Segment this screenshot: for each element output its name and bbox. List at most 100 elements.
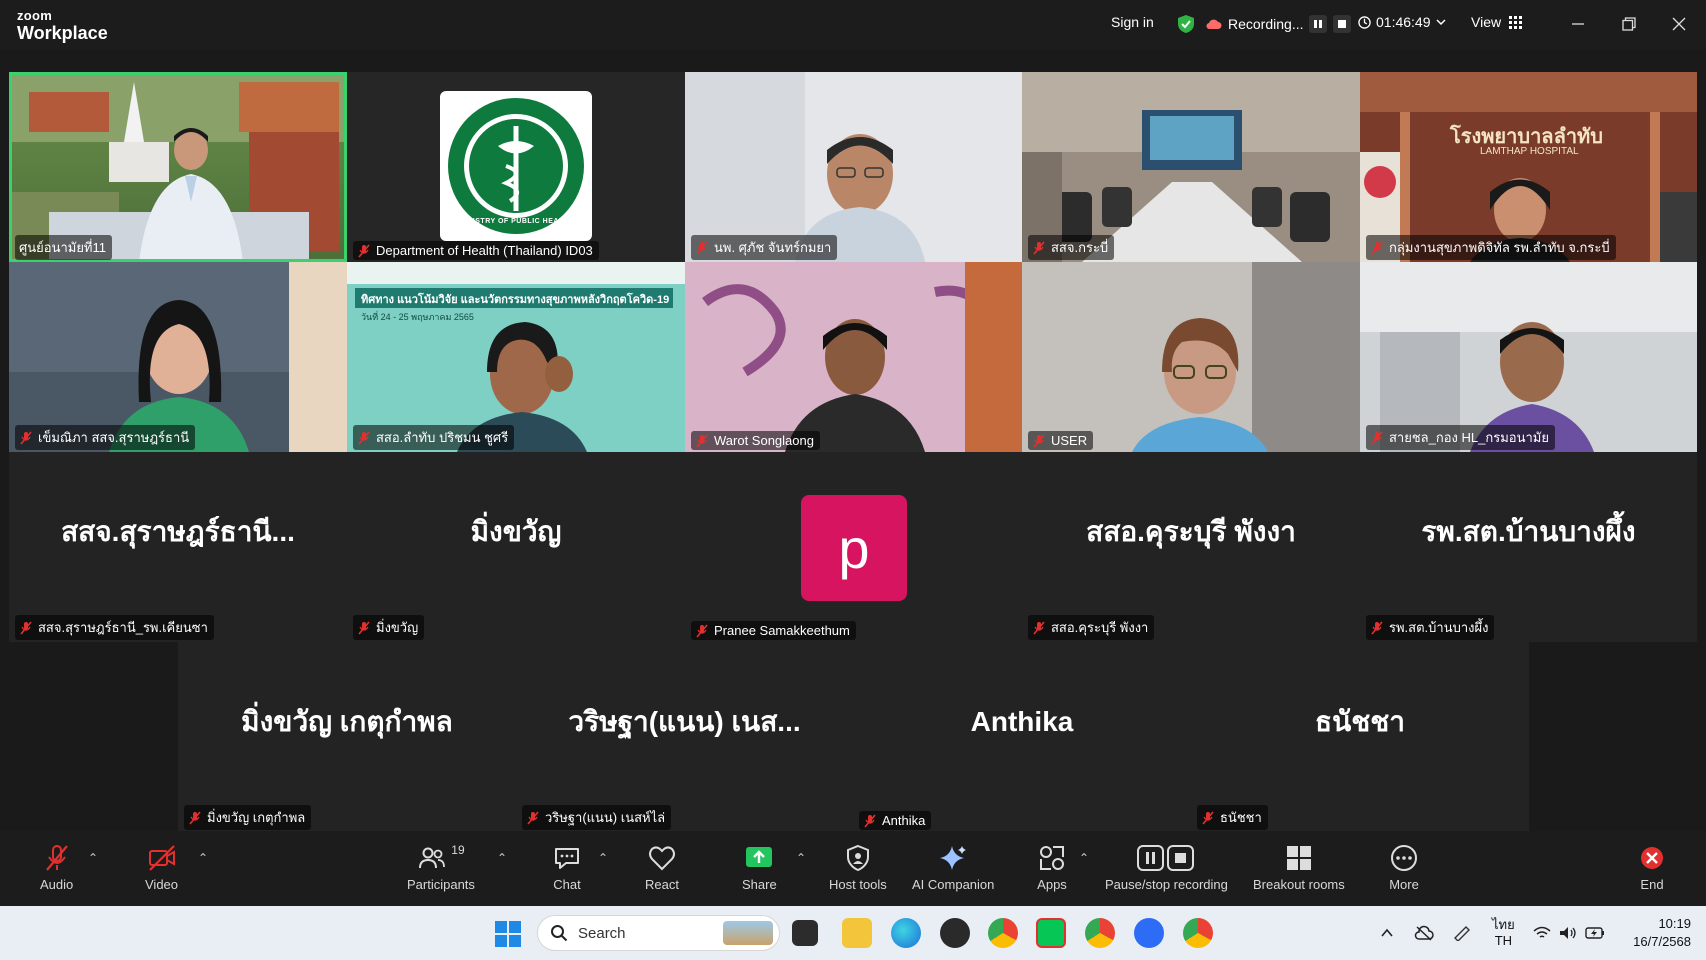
video-options-caret[interactable]: ⌃ <box>198 851 208 865</box>
participant-video-image <box>685 262 1022 452</box>
participant-display-name: มิ่งขวัญ เกตุกำพล <box>241 706 453 737</box>
slide-banner-text: ทิศทาง แนวโน้มวิจัย และนวัตกรรมทางสุขภาพ… <box>361 294 670 306</box>
task-view-icon[interactable] <box>792 920 818 946</box>
battery-charging-icon[interactable] <box>1585 926 1605 940</box>
clock-date: 16/7/2568 <box>1633 934 1691 949</box>
input-language-indicator[interactable]: ไทย TH <box>1492 917 1515 949</box>
end-icon <box>1641 847 1663 869</box>
video-tile-9[interactable]: USER <box>1022 262 1360 452</box>
video-tile-8[interactable]: Warot Songlaong <box>685 262 1022 452</box>
participant-label: วริษฐา(แนน) เนสห์ไล่ <box>522 805 672 830</box>
obs-studio-icon[interactable] <box>940 918 970 948</box>
chrome-icon[interactable] <box>988 918 1018 948</box>
onedrive-offline-icon[interactable] <box>1414 925 1434 941</box>
chrome-profile-icon[interactable] <box>1085 918 1115 948</box>
end-meeting-button[interactable]: End <box>1637 843 1667 892</box>
chat-label: Chat <box>553 877 581 892</box>
video-tile-2[interactable]: MINISTRY OF PUBLIC HEALTH Department of … <box>347 72 685 262</box>
participants-options-caret[interactable]: ⌃ <box>497 851 507 865</box>
cloud-record-icon <box>1206 19 1222 30</box>
host-tools-button[interactable]: Host tools <box>829 843 887 892</box>
chevron-up-icon[interactable] <box>1380 926 1394 940</box>
volume-icon[interactable] <box>1559 926 1577 940</box>
windows-start-icon[interactable] <box>495 921 521 947</box>
name-tile-3[interactable]: p Pranee Samakkeethum <box>685 452 1022 642</box>
minimize-window-button[interactable] <box>1566 12 1590 36</box>
restore-window-button[interactable] <box>1617 12 1641 36</box>
participant-name: Anthika <box>882 813 926 828</box>
video-button[interactable]: Video <box>145 843 178 892</box>
share-options-caret[interactable]: ⌃ <box>796 851 806 865</box>
video-tile-6[interactable]: เข็มณิภา สสจ.สุราษฎร์ธานี <box>9 262 347 452</box>
more-button[interactable]: More <box>1389 843 1419 892</box>
slide-date-text: วันที่ 24 - 25 พฤษภาคม 2565 <box>361 312 474 322</box>
muted-mic-icon <box>1371 620 1383 635</box>
muted-mic-icon <box>189 810 201 825</box>
muted-mic-icon <box>1371 430 1383 445</box>
participant-display-name: สสอ.คุระบุรี พังงา <box>1086 516 1296 547</box>
participant-label: มิ่งขวัญ <box>353 615 425 640</box>
zoom-app-icon[interactable] <box>1134 918 1164 948</box>
react-label: React <box>645 877 679 892</box>
video-tile-10[interactable]: สายชล_กอง HL_กรมอนามัย <box>1360 262 1697 452</box>
video-tile-5[interactable]: โรงพยาบาลลำทับ LAMTHAP HOSPITAL กลุ่มงาน… <box>1360 72 1697 262</box>
pause-stop-recording-button[interactable]: Pause/stop recording <box>1105 843 1228 892</box>
apps-button[interactable]: Apps <box>1037 843 1067 892</box>
participant-name: Department of Health (Thailand) ID03 <box>376 243 593 258</box>
apps-options-caret[interactable]: ⌃ <box>1079 851 1089 865</box>
video-off-icon <box>148 845 175 871</box>
participant-label: สสอ.คุระบุรี พังงา <box>1028 615 1155 640</box>
participant-label: สสอ.ลำทับ ปริชมน ชูศรี <box>353 425 515 450</box>
pen-input-icon[interactable] <box>1452 925 1474 941</box>
video-tile-1[interactable]: ศูนย์อนามัยที่11 <box>9 72 347 262</box>
name-tile-1[interactable]: สสจ.สุราษฎร์ธานี... สสจ.สุราษฎร์ธานี_รพ.… <box>9 452 347 642</box>
name-tile-6[interactable]: มิ่งขวัญ เกตุกำพล มิ่งขวัญ เกตุกำพล <box>178 642 516 832</box>
muted-mic-icon <box>358 430 370 445</box>
close-window-button[interactable] <box>1667 12 1691 36</box>
audio-button[interactable]: Audio <box>40 843 73 892</box>
meeting-timer[interactable]: 01:46:49 <box>1358 14 1446 30</box>
participant-label: รพ.สต.บ้านบางผึ้ง <box>1366 615 1495 640</box>
encryption-shield-icon[interactable] <box>1176 14 1196 34</box>
chrome-window-icon[interactable] <box>1183 918 1213 948</box>
breakout-rooms-button[interactable]: Breakout rooms <box>1253 843 1345 892</box>
share-button[interactable]: Share <box>742 843 777 892</box>
file-explorer-icon[interactable] <box>842 918 872 948</box>
host-tools-label: Host tools <box>829 877 887 892</box>
name-tile-2[interactable]: มิ่งขวัญ มิ่งขวัญ <box>347 452 685 642</box>
wifi-icon[interactable] <box>1533 926 1551 940</box>
logo-small-text: zoom <box>17 8 53 23</box>
chat-button[interactable]: Chat <box>552 843 582 892</box>
participant-label: เข็มณิภา สสจ.สุราษฎร์ธานี <box>15 425 196 450</box>
ai-companion-button[interactable]: AI Companion <box>912 843 994 892</box>
sign-in-link[interactable]: Sign in <box>1111 14 1154 30</box>
name-tile-7[interactable]: วริษฐา(แนน) เนส... วริษฐา(แนน) เนสห์ไล่ <box>516 642 853 832</box>
pause-recording-button[interactable] <box>1309 15 1328 33</box>
name-tile-9[interactable]: ธนัชชา ธนัชชา <box>1191 642 1529 832</box>
participants-button[interactable]: 19 Participants <box>407 843 475 892</box>
stop-recording-button[interactable] <box>1333 15 1352 33</box>
logo-ring-text: MINISTRY OF PUBLIC HEALTH <box>458 218 574 225</box>
breakout-rooms-icon <box>1286 846 1311 870</box>
audio-options-caret[interactable]: ⌃ <box>88 851 98 865</box>
name-tile-4[interactable]: สสอ.คุระบุรี พังงา สสอ.คุระบุรี พังงา <box>1022 452 1360 642</box>
name-tile-8[interactable]: Anthika Anthika <box>853 642 1191 832</box>
react-button[interactable]: React <box>645 843 679 892</box>
line-app-icon[interactable] <box>1036 918 1066 948</box>
edge-browser-icon[interactable] <box>891 918 921 948</box>
view-button[interactable]: View <box>1471 14 1523 30</box>
video-tile-7[interactable]: ทิศทาง แนวโน้มวิจัย และนวัตกรรมทางสุขภาพ… <box>347 262 685 452</box>
stop-icon <box>1338 20 1347 28</box>
chat-options-caret[interactable]: ⌃ <box>598 851 608 865</box>
chat-icon <box>555 848 579 869</box>
taskbar-search-box[interactable]: Search <box>537 915 780 951</box>
taskbar-clock[interactable]: 10:19 16/7/2568 <box>1621 915 1691 951</box>
breakout-label: Breakout rooms <box>1253 877 1345 892</box>
name-tile-5[interactable]: รพ.สต.บ้านบางผึ้ง รพ.สต.บ้านบางผึ้ง <box>1360 452 1697 642</box>
participant-label: กลุ่มงานสุขภาพดิจิทัล รพ.ลำทับ จ.กระบี่ <box>1366 235 1616 260</box>
participant-name: สายชล_กอง HL_กรมอนามัย <box>1389 430 1549 445</box>
video-tile-3[interactable]: นพ. ศุภัช จันทร์กมยา <box>685 72 1022 262</box>
search-placeholder: Search <box>578 924 626 942</box>
video-tile-4[interactable]: สสจ.กระบี่ <box>1022 72 1360 262</box>
audio-label: Audio <box>40 877 74 892</box>
